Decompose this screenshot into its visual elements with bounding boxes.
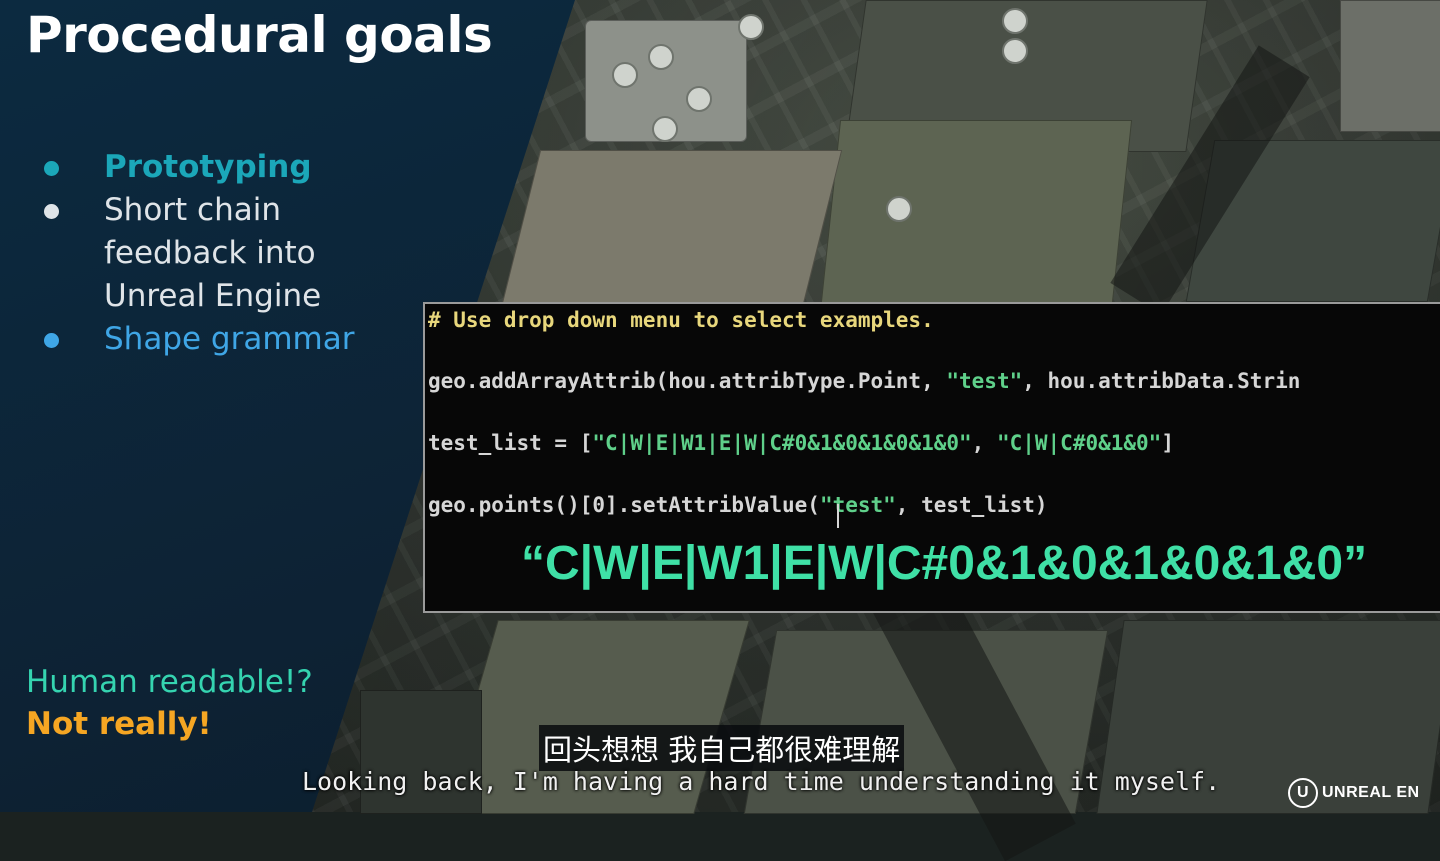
rooftop-fan bbox=[738, 14, 764, 40]
highlight-string: “C|W|E|W1|E|W|C#0&1&0&1&0&1&0” bbox=[521, 537, 1368, 590]
subtitle-chinese: 回头想想 我自己都很难理解 bbox=[539, 725, 905, 771]
bullet-dot-icon bbox=[44, 204, 59, 219]
slide-title: Procedural goals bbox=[26, 6, 493, 64]
rooftop bbox=[819, 120, 1133, 312]
bullet-dot-icon bbox=[44, 161, 59, 176]
code-text: , test_list) bbox=[895, 493, 1048, 517]
unreal-logo-icon: U bbox=[1288, 778, 1318, 808]
code-string: "test" bbox=[946, 369, 1023, 393]
rooftop-fan bbox=[886, 196, 912, 222]
code-string: "test" bbox=[819, 493, 896, 517]
code-text: geo.points()[0].setAttribValue( bbox=[428, 493, 820, 517]
note-human-readable: Human readable!? bbox=[26, 664, 313, 700]
code-text: geo.addArrayAttrib(hou.attribType.Point, bbox=[428, 369, 947, 393]
code-comment-line: # Use drop down menu to select examples. bbox=[428, 308, 934, 332]
rooftop bbox=[1340, 0, 1440, 132]
rooftop-fan bbox=[1002, 38, 1028, 64]
code-line: test_list = ["C|W|E|W1|E|W|C#0&1&0&1&0&1… bbox=[428, 431, 1174, 455]
bullet-item: Short chain feedback into Unreal Engine bbox=[40, 189, 370, 318]
bullet-dot-icon bbox=[44, 333, 59, 348]
bullet-list: Prototyping Short chain feedback into Un… bbox=[40, 146, 370, 361]
code-line: geo.addArrayAttrib(hou.attribType.Point,… bbox=[428, 369, 1300, 393]
code-text: , bbox=[971, 431, 997, 455]
rooftop-fan bbox=[686, 86, 712, 112]
rooftop-fan bbox=[652, 116, 678, 142]
rooftop-fan bbox=[612, 62, 638, 88]
unreal-watermark: U UNREAL EN bbox=[1288, 778, 1420, 808]
code-text: , hou.attribData.Strin bbox=[1022, 369, 1301, 393]
rooftop bbox=[499, 150, 843, 312]
code-line: geo.points()[0].setAttribValue("test", t… bbox=[428, 493, 1048, 517]
code-string: "C|W|E|W1|E|W|C#0&1&0&1&0&1&0" bbox=[592, 431, 972, 455]
rooftop-fan bbox=[1002, 8, 1028, 34]
bullet-text: Prototyping bbox=[104, 149, 312, 185]
bullet-item: Shape grammar bbox=[40, 318, 370, 361]
code-text: test_list = [ bbox=[428, 431, 593, 455]
code-text: ] bbox=[1161, 431, 1174, 455]
text-cursor-icon bbox=[837, 504, 839, 528]
code-string: "C|W|C#0&1&0" bbox=[996, 431, 1162, 455]
rooftop-fan bbox=[648, 44, 674, 70]
watermark-text: UNREAL EN bbox=[1322, 784, 1420, 802]
bullet-text: Short chain feedback into Unreal Engine bbox=[104, 192, 322, 314]
bullet-text: Shape grammar bbox=[104, 321, 355, 357]
code-editor-window[interactable]: # Use drop down menu to select examples.… bbox=[423, 302, 1440, 613]
subtitle-english: Looking back, I'm having a hard time und… bbox=[302, 767, 1221, 796]
note-not-really: Not really! bbox=[26, 706, 212, 742]
bullet-item: Prototyping bbox=[40, 146, 370, 189]
